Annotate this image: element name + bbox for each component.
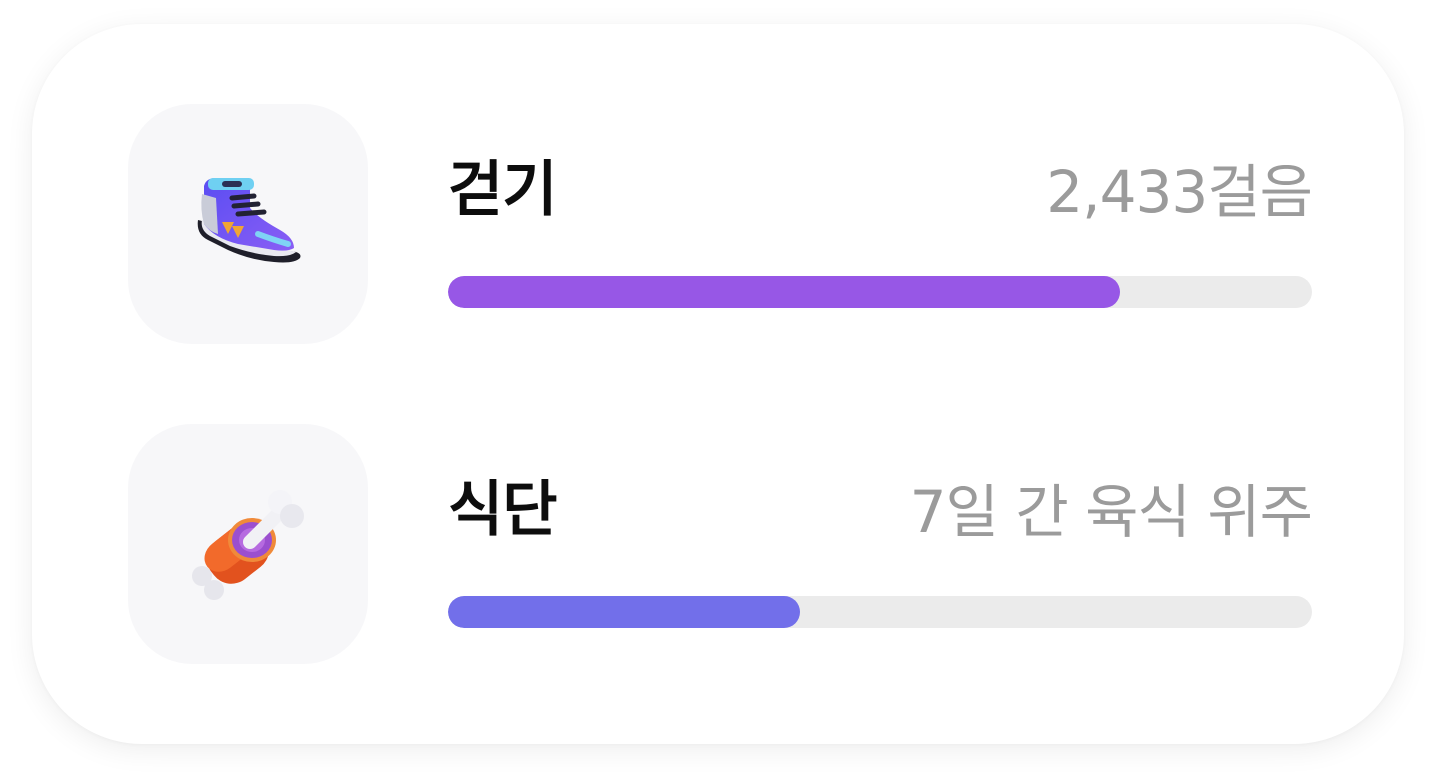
diet-row[interactable]: 식단 7일 간 육식 위주 [128, 424, 1313, 664]
diet-progress-fill [448, 596, 800, 628]
activity-summary-card: 걷기 2,433걸음 식단 7일 간 육식 위주 [32, 24, 1404, 744]
diet-icon-tile [128, 424, 368, 664]
walking-label: 걷기 [448, 155, 557, 225]
walking-progress-fill [448, 276, 1121, 308]
walking-progress-track [448, 276, 1312, 308]
diet-summary-value: 7일 간 육식 위주 [909, 478, 1313, 546]
diet-progress-track [448, 596, 1312, 628]
walking-steps-value: 2,433걸음 [1046, 158, 1313, 226]
walking-icon-tile [128, 104, 368, 344]
walking-row[interactable]: 걷기 2,433걸음 [128, 104, 1313, 344]
meat-on-bone-icon [192, 490, 304, 600]
sneaker-icon [197, 178, 301, 263]
diet-label: 식단 [448, 475, 557, 545]
